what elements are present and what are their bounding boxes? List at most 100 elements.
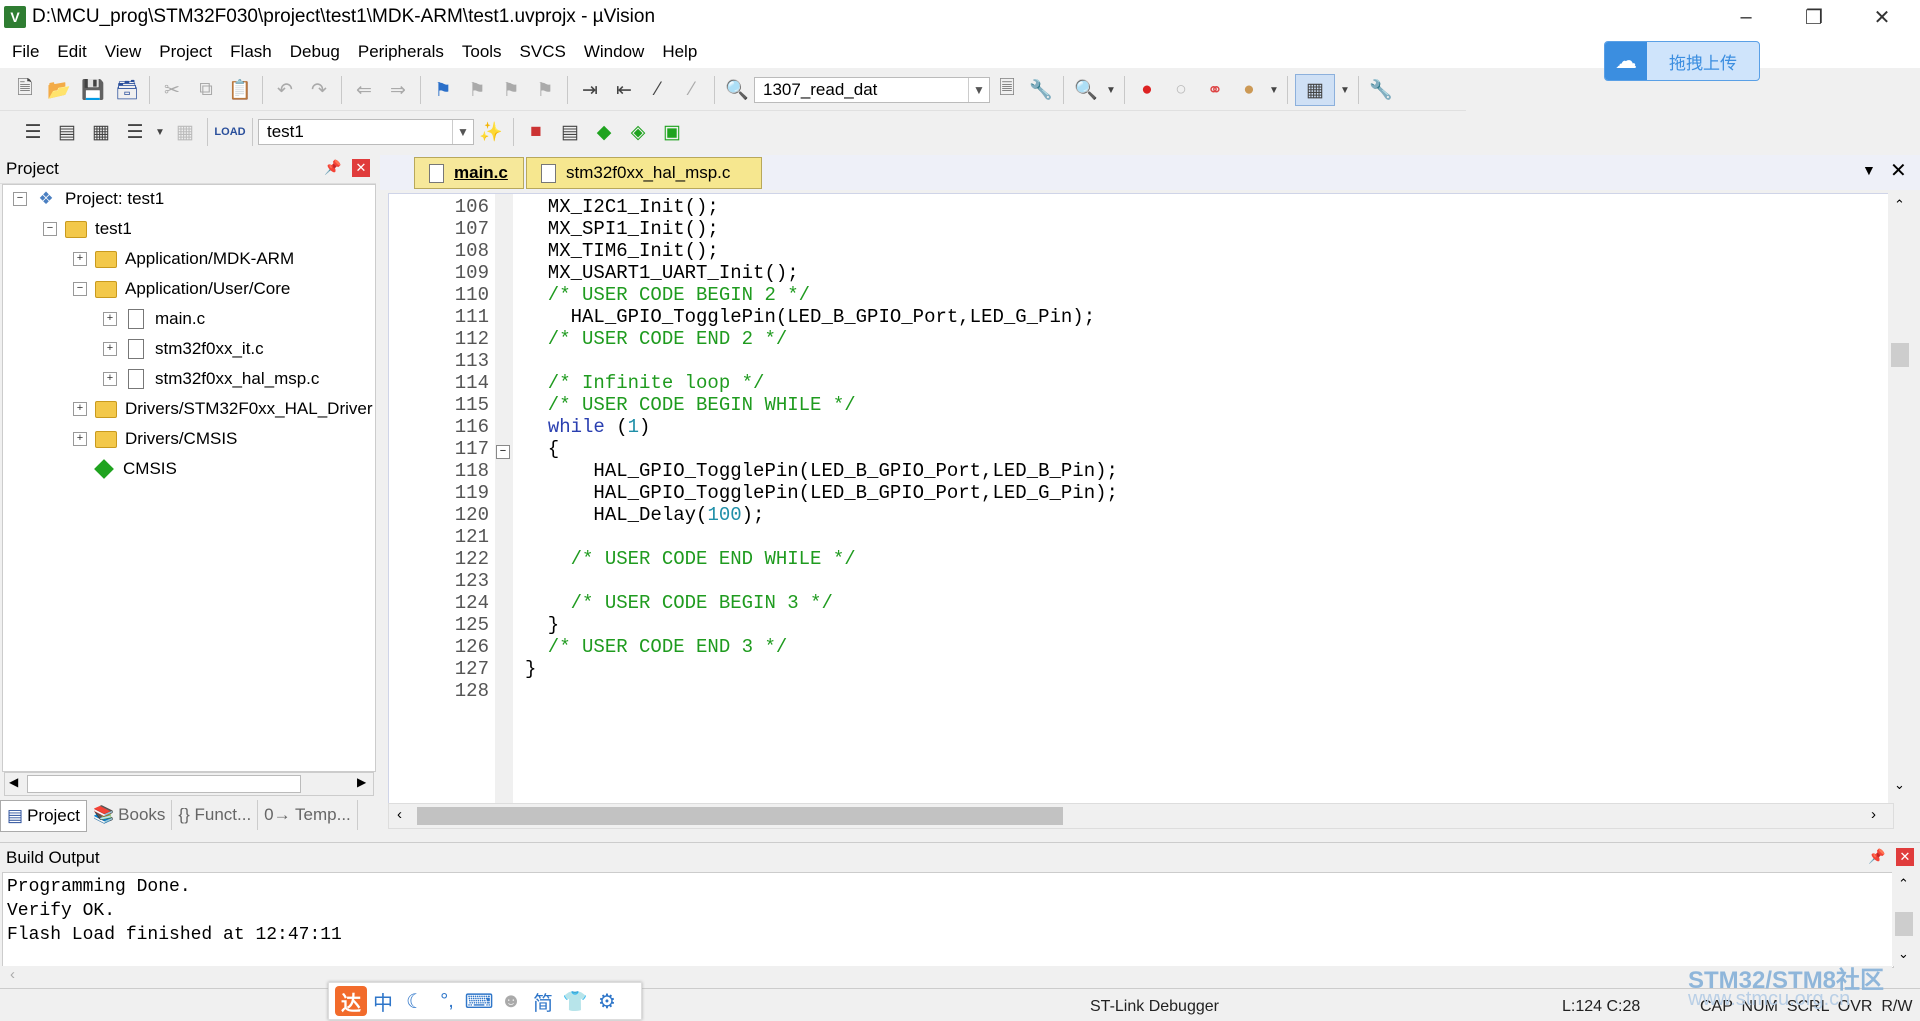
code-line[interactable]: 126 /* USER CODE END 3 */: [389, 636, 1889, 658]
rebuild-icon[interactable]: ▦: [86, 117, 116, 147]
ime-punctuation-icon[interactable]: °,: [431, 986, 463, 1016]
bookmark-prev-icon[interactable]: ⚑: [462, 75, 492, 105]
batch-build-icon[interactable]: ☰: [120, 117, 150, 147]
code-line[interactable]: 106 MX_I2C1_Init();: [389, 196, 1889, 218]
scroll-down-icon[interactable]: ⌄: [1894, 777, 1905, 793]
editor-horizontal-scrollbar[interactable]: ‹ ›: [388, 803, 1894, 829]
code-line[interactable]: 113: [389, 350, 1889, 372]
scroll-down-icon[interactable]: ⌄: [1898, 946, 1909, 962]
collapse-icon[interactable]: −: [73, 282, 87, 296]
scroll-up-icon[interactable]: ⌃: [1894, 197, 1905, 213]
translate-icon[interactable]: ☰: [18, 117, 48, 147]
scroll-left-icon[interactable]: ‹: [10, 966, 15, 983]
tree-item-group[interactable]: + Drivers/CMSIS: [73, 425, 237, 453]
chevron-down-icon[interactable]: ▼: [1268, 75, 1280, 105]
scroll-left-icon[interactable]: ◀: [9, 775, 18, 789]
menu-peripherals[interactable]: Peripherals: [349, 42, 453, 62]
editor-vertical-scrollbar[interactable]: ⌃ ⌄: [1888, 193, 1912, 803]
menu-debug[interactable]: Debug: [281, 42, 349, 62]
tree-item-group[interactable]: + Drivers/STM32F0xx_HAL_Driver: [73, 395, 373, 423]
save-icon[interactable]: 💾: [78, 75, 108, 105]
code-line[interactable]: 128: [389, 680, 1889, 702]
code-line[interactable]: 122 /* USER CODE END WHILE */: [389, 548, 1889, 570]
menu-window[interactable]: Window: [575, 42, 653, 62]
tree-item-project[interactable]: − ❖ Project: test1: [13, 185, 164, 213]
undo-icon[interactable]: ↶: [270, 75, 300, 105]
code-line[interactable]: 123: [389, 570, 1889, 592]
minimize-button[interactable]: –: [1712, 0, 1780, 35]
pack-installer-icon[interactable]: ◆: [589, 117, 619, 147]
upload-button[interactable]: ☁ 拖拽上传: [1604, 41, 1760, 81]
disable-all-breakpoints-icon[interactable]: ⚭: [1200, 75, 1230, 105]
code-line[interactable]: 118 HAL_GPIO_TogglePin(LED_B_GPIO_Port,L…: [389, 460, 1889, 482]
build-output-vertical-scrollbar[interactable]: ⌃ ⌄: [1892, 872, 1916, 966]
project-horizontal-scrollbar[interactable]: ◀ ▶: [4, 772, 374, 796]
target-combo[interactable]: test1 ▼: [258, 119, 474, 145]
find-in-files-icon[interactable]: 🔍: [722, 75, 752, 105]
close-tab-icon[interactable]: ✕: [1890, 158, 1907, 183]
code-line[interactable]: 124 /* USER CODE BEGIN 3 */: [389, 592, 1889, 614]
tab-hal-msp-c[interactable]: stm32f0xx_hal_msp.c: [526, 157, 762, 189]
bookmark-clear-icon[interactable]: ⚑: [530, 75, 560, 105]
code-line[interactable]: 117 {−: [389, 438, 1889, 460]
scroll-thumb[interactable]: [1895, 912, 1913, 936]
menu-file[interactable]: File: [0, 42, 48, 62]
code-line[interactable]: 119 HAL_GPIO_TogglePin(LED_B_GPIO_Port,L…: [389, 482, 1889, 504]
copy-icon[interactable]: ⧉: [191, 75, 221, 105]
pin-icon[interactable]: 📌: [1868, 848, 1885, 865]
menu-view[interactable]: View: [96, 42, 151, 62]
cut-icon[interactable]: ✂: [157, 75, 187, 105]
ime-logo-icon[interactable]: 达: [335, 986, 367, 1016]
tab-list-dropdown-icon[interactable]: ▼: [1862, 162, 1876, 178]
chevron-down-icon[interactable]: ▼: [154, 117, 166, 147]
new-file-icon[interactable]: 🗎: [10, 75, 40, 105]
chevron-down-icon[interactable]: ▼: [1105, 75, 1117, 105]
tree-item-group[interactable]: + Application/MDK-ARM: [73, 245, 294, 273]
tab-templates[interactable]: 0→ Temp...: [258, 800, 358, 830]
tab-main-c[interactable]: main.c: [414, 157, 524, 189]
code-line[interactable]: 115 /* USER CODE BEGIN WHILE */: [389, 394, 1889, 416]
close-panel-icon[interactable]: ✕: [1896, 848, 1914, 866]
download-icon[interactable]: LOAD: [214, 117, 245, 147]
expand-icon[interactable]: +: [103, 372, 117, 386]
kill-breakpoints-icon[interactable]: ●: [1234, 75, 1264, 105]
close-window-button[interactable]: ✕: [1848, 0, 1916, 35]
chevron-down-icon[interactable]: ▼: [1339, 75, 1351, 105]
expand-icon[interactable]: +: [73, 402, 87, 416]
find-combo[interactable]: 1307_read_dat ▼: [754, 77, 990, 103]
restore-button[interactable]: ❐: [1780, 0, 1848, 35]
nav-forward-icon[interactable]: ⇒: [383, 75, 413, 105]
run-time-environment-icon[interactable]: ▣: [657, 117, 687, 147]
ime-keyboard-icon[interactable]: ⌨: [463, 986, 495, 1016]
tree-item-file[interactable]: + stm32f0xx_it.c: [103, 335, 264, 363]
tree-item-target[interactable]: − test1: [43, 215, 132, 243]
code-line[interactable]: 116 while (1): [389, 416, 1889, 438]
tree-item-group[interactable]: − Application/User/Core: [73, 275, 290, 303]
breakpoint-icon[interactable]: ●: [1132, 75, 1162, 105]
select-packs-icon[interactable]: ◈: [623, 117, 653, 147]
menu-edit[interactable]: Edit: [48, 42, 95, 62]
window-layout-icon[interactable]: ▦: [1295, 74, 1335, 106]
pin-icon[interactable]: 📌: [324, 159, 341, 176]
scroll-thumb[interactable]: [27, 775, 301, 793]
nav-back-icon[interactable]: ⇐: [349, 75, 379, 105]
code-line[interactable]: 114 /* Infinite loop */: [389, 372, 1889, 394]
menu-help[interactable]: Help: [653, 42, 706, 62]
chevron-down-icon[interactable]: ▼: [968, 78, 989, 102]
code-line[interactable]: 127}: [389, 658, 1889, 680]
tab-functions[interactable]: {} Funct...: [172, 800, 259, 830]
scroll-left-icon[interactable]: ‹: [397, 806, 402, 823]
code-line[interactable]: 120 HAL_Delay(100);: [389, 504, 1889, 526]
tree-item-component[interactable]: CMSIS: [93, 455, 177, 483]
save-all-icon[interactable]: 🗃: [112, 75, 142, 105]
collapse-icon[interactable]: −: [43, 222, 57, 236]
build-icon[interactable]: ▤: [52, 117, 82, 147]
ime-half-width-icon[interactable]: ☾: [399, 986, 431, 1016]
bookmark-toggle-icon[interactable]: ⚑: [428, 75, 458, 105]
code-line[interactable]: 107 MX_SPI1_Init();: [389, 218, 1889, 240]
scroll-thumb[interactable]: [1891, 343, 1909, 367]
chevron-down-icon[interactable]: ▼: [452, 120, 473, 144]
menu-flash[interactable]: Flash: [221, 42, 281, 62]
tab-project[interactable]: ▤ Project: [0, 800, 87, 832]
paste-icon[interactable]: 📋: [225, 75, 255, 105]
